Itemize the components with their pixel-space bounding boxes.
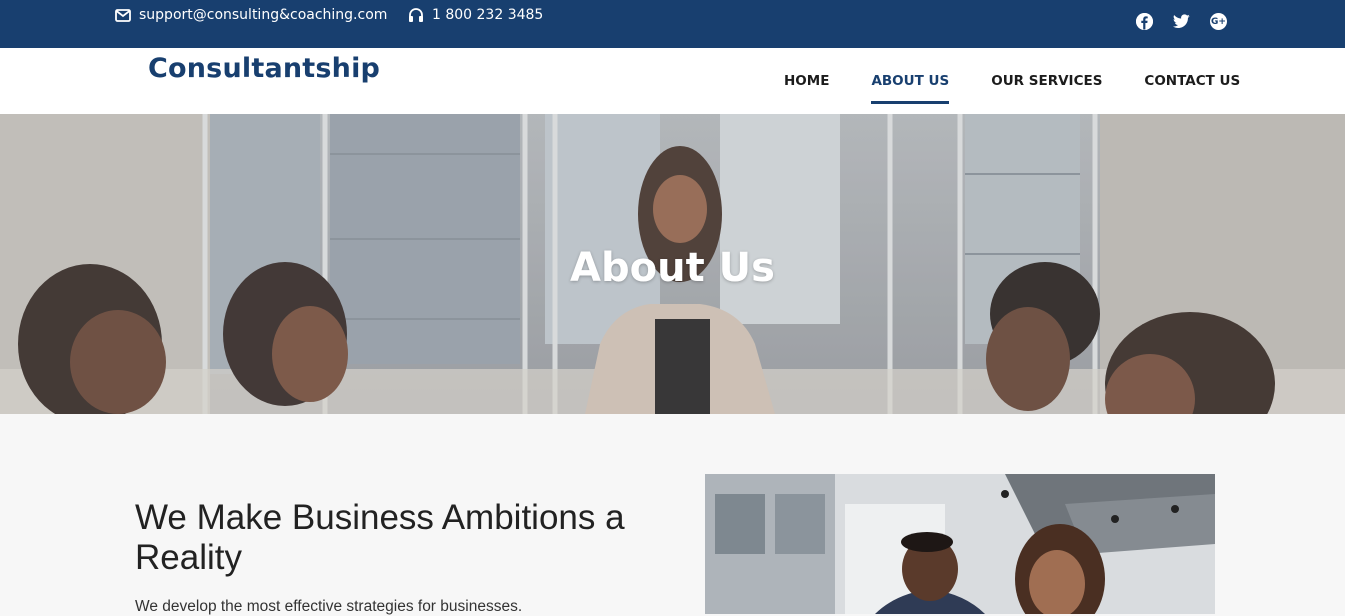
headset-icon: [408, 7, 424, 23]
social-links: G+: [1136, 13, 1227, 30]
page-title: About Us: [570, 245, 775, 291]
section-paragraph: We develop the most effective strategies…: [135, 598, 523, 615]
about-section: We Make Business Ambitions a Reality We …: [0, 414, 1345, 615]
email-contact[interactable]: support@consulting&coaching.com: [115, 7, 387, 23]
team-photo: [705, 474, 1215, 614]
brand-logo[interactable]: Consultantship: [148, 53, 380, 84]
nav-item-contact-us[interactable]: CONTACT US: [1144, 73, 1240, 104]
nav-item-our-services[interactable]: OUR SERVICES: [991, 73, 1102, 104]
top-bar: support@consulting&coaching.com 1 800 23…: [0, 0, 1345, 48]
hero-banner: About Us: [0, 114, 1345, 414]
facebook-icon[interactable]: [1136, 13, 1153, 30]
google-plus-icon[interactable]: G+: [1210, 13, 1227, 30]
main-menu: HOME ABOUT US OUR SERVICES CONTACT US: [784, 73, 1240, 104]
phone-contact[interactable]: 1 800 232 3485: [408, 7, 543, 23]
phone-text[interactable]: 1 800 232 3485: [432, 7, 543, 23]
main-navbar: Consultantship HOME ABOUT US OUR SERVICE…: [0, 48, 1345, 114]
envelope-icon: [115, 8, 131, 22]
email-text[interactable]: support@consulting&coaching.com: [139, 7, 387, 23]
nav-item-about-us[interactable]: ABOUT US: [871, 73, 949, 104]
section-headline: We Make Business Ambitions a Reality: [135, 498, 625, 577]
twitter-icon[interactable]: [1173, 13, 1190, 30]
nav-item-home[interactable]: HOME: [784, 73, 829, 104]
